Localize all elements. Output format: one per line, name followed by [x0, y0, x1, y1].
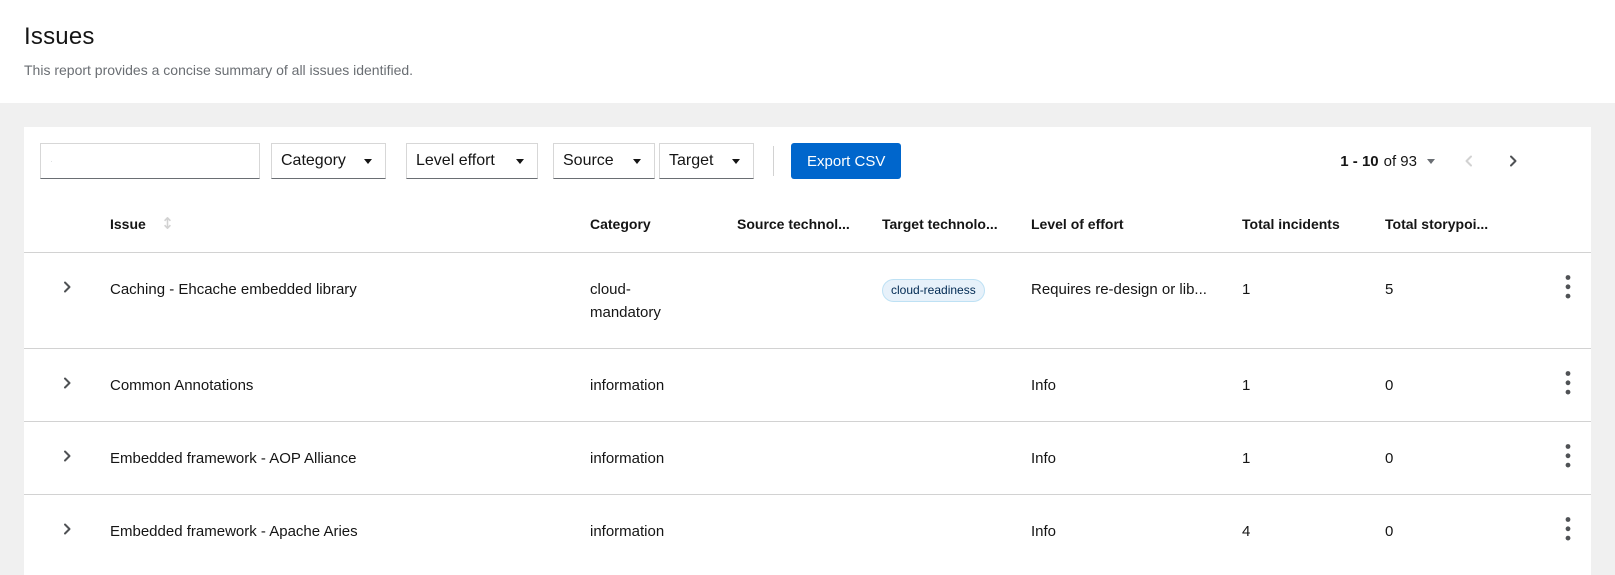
total-incidents-cell: 4 — [1242, 495, 1385, 568]
source-technologies-cell — [737, 422, 882, 495]
source-technologies-cell — [737, 253, 882, 349]
issues-table: Issue Category Source technol... Target … — [24, 195, 1591, 567]
expand-row-button[interactable] — [24, 517, 110, 541]
filter-category-label: Category — [281, 152, 346, 170]
row-actions-kebab-button[interactable] — [1544, 436, 1591, 476]
level-of-effort-cell: Info — [1031, 495, 1242, 568]
column-header-source-technologies: Source technol... — [737, 195, 882, 253]
angle-right-icon — [60, 448, 74, 464]
column-header-total-storypoints: Total storypoi... — [1385, 195, 1544, 253]
kebab-icon — [1565, 443, 1571, 469]
row-actions-kebab-button[interactable] — [1544, 509, 1591, 549]
search-input[interactable] — [52, 144, 259, 178]
filter-category-dropdown[interactable]: Category — [271, 143, 386, 179]
table-row: Embedded framework - Apache Aries inform… — [24, 495, 1591, 568]
table-row: Embedded framework - AOP Alliance inform… — [24, 422, 1591, 495]
target-technologies-cell: cloud-readiness — [882, 253, 1031, 349]
source-technologies-cell — [737, 349, 882, 422]
table-header-row: Issue Category Source technol... Target … — [24, 195, 1591, 253]
caret-down-icon — [633, 159, 641, 164]
angle-right-icon — [60, 279, 74, 295]
filter-level-effort-label: Level effort — [416, 152, 495, 170]
column-header-level-of-effort: Level of effort — [1031, 195, 1242, 253]
content-area: Category Level effort Source Target Expo… — [0, 127, 1615, 575]
category-cell: information — [590, 422, 737, 495]
issue-cell: Embedded framework - AOP Alliance — [110, 422, 590, 495]
page-title: Issues — [24, 23, 1615, 51]
column-header-category: Category — [590, 195, 737, 253]
filter-target-label: Target — [669, 152, 713, 170]
kebab-icon — [1565, 274, 1571, 300]
pagination-range: 1 - 10 — [1340, 153, 1378, 170]
next-page-button[interactable] — [1491, 143, 1535, 179]
angle-right-icon — [60, 375, 74, 391]
total-storypoints-cell: 0 — [1385, 495, 1544, 568]
expand-row-button[interactable] — [24, 275, 110, 299]
category-cell: information — [590, 495, 737, 568]
expand-column-header — [24, 195, 110, 253]
caret-down-icon — [364, 159, 372, 164]
total-incidents-cell: 1 — [1242, 349, 1385, 422]
filter-level-effort-dropdown[interactable]: Level effort — [406, 143, 538, 179]
actions-column-header — [1544, 195, 1591, 253]
issues-table-body: Caching - Ehcache embedded library cloud… — [24, 253, 1591, 568]
filter-source-dropdown[interactable]: Source — [553, 143, 655, 179]
row-actions-kebab-button[interactable] — [1544, 363, 1591, 403]
total-storypoints-cell: 0 — [1385, 349, 1544, 422]
pagination-total: of 93 — [1384, 153, 1417, 170]
sort-icon[interactable] — [161, 215, 174, 231]
pagination-menu-caret-icon[interactable] — [1427, 159, 1435, 164]
previous-page-button[interactable] — [1447, 143, 1491, 179]
kebab-icon — [1565, 370, 1571, 396]
issue-cell: Embedded framework - Apache Aries — [110, 495, 590, 568]
issue-cell: Common Annotations — [110, 349, 590, 422]
category-cell: information — [590, 349, 737, 422]
source-technologies-cell — [737, 495, 882, 568]
table-row: Caching - Ehcache embedded library cloud… — [24, 253, 1591, 349]
filter-source-label: Source — [563, 152, 614, 170]
target-technology-badge: cloud-readiness — [882, 279, 985, 302]
target-technologies-cell — [882, 349, 1031, 422]
level-of-effort-cell: Requires re-design or lib... — [1031, 253, 1242, 349]
page-subtitle: This report provides a concise summary o… — [24, 62, 1615, 78]
toolbar: Category Level effort Source Target Expo… — [24, 127, 1591, 195]
caret-down-icon — [732, 159, 740, 164]
toolbar-divider — [773, 146, 774, 176]
angle-right-icon — [60, 521, 74, 537]
total-incidents-cell: 1 — [1242, 422, 1385, 495]
expand-row-button[interactable] — [24, 444, 110, 468]
caret-down-icon — [516, 159, 524, 164]
kebab-icon — [1565, 516, 1571, 542]
level-of-effort-cell: Info — [1031, 349, 1242, 422]
issue-cell: Caching - Ehcache embedded library — [110, 253, 590, 349]
table-row: Common Annotations information Info 1 0 — [24, 349, 1591, 422]
level-of-effort-cell: Info — [1031, 422, 1242, 495]
export-csv-button[interactable]: Export CSV — [791, 143, 901, 179]
target-technologies-cell — [882, 495, 1031, 568]
column-header-issue[interactable]: Issue — [110, 195, 590, 253]
angle-left-icon — [1462, 153, 1476, 169]
search-box — [40, 143, 260, 179]
total-incidents-cell: 1 — [1242, 253, 1385, 349]
issues-card: Category Level effort Source Target Expo… — [24, 127, 1591, 575]
row-actions-kebab-button[interactable] — [1544, 267, 1591, 307]
pagination: 1 - 10 of 93 — [1340, 143, 1535, 179]
total-storypoints-cell: 5 — [1385, 253, 1544, 349]
column-header-target-technologies: Target technolo... — [882, 195, 1031, 253]
expand-row-button[interactable] — [24, 371, 110, 395]
filter-target-dropdown[interactable]: Target — [659, 143, 754, 179]
category-cell: cloud-mandatory — [590, 253, 737, 349]
angle-right-icon — [1506, 153, 1520, 169]
page-header: Issues This report provides a concise su… — [0, 0, 1615, 103]
target-technologies-cell — [882, 422, 1031, 495]
column-header-total-incidents: Total incidents — [1242, 195, 1385, 253]
total-storypoints-cell: 0 — [1385, 422, 1544, 495]
